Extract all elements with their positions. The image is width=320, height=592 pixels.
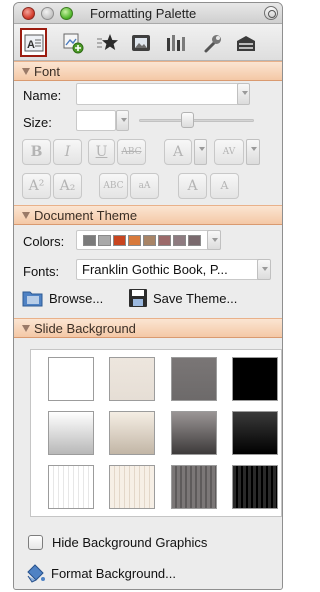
toolbox-icon [236, 35, 255, 51]
slide-background-section-header[interactable]: Slide Background [14, 318, 282, 338]
theme-fonts-value: Franklin Gothic Book, P... [82, 262, 228, 277]
chart-tool[interactable] [162, 29, 189, 56]
small-caps-button[interactable]: ABC [99, 173, 128, 199]
picture-icon [131, 34, 150, 51]
superscript-button[interactable]: A² [22, 173, 51, 199]
background-style-swatch[interactable] [171, 357, 217, 401]
toolbox-tool[interactable] [232, 29, 259, 56]
font-size-label: Size: [23, 115, 52, 130]
add-objects-tool[interactable] [59, 29, 86, 56]
wrench-icon [204, 34, 221, 52]
font-name-dropdown-arrow[interactable] [237, 83, 250, 105]
browse-label: Browse... [49, 290, 104, 306]
all-caps-button[interactable]: aA [130, 173, 159, 199]
font-name-label: Name: [23, 88, 62, 103]
text-box-icon: A [24, 34, 43, 51]
character-spacing-dropdown-arrow[interactable] [246, 139, 260, 165]
theme-color-chip [98, 234, 111, 246]
format-background-label: Format Background... [51, 565, 176, 581]
background-style-swatch[interactable] [109, 411, 155, 455]
document-theme-section-title: Document Theme [34, 208, 138, 223]
font-size-slider-track[interactable] [139, 119, 254, 122]
font-size-dropdown-arrow[interactable] [116, 110, 129, 131]
theme-colors-picker[interactable] [76, 230, 221, 250]
minimize-button[interactable] [41, 7, 54, 20]
font-color-button[interactable]: A [164, 139, 192, 165]
bold-button[interactable]: B [22, 139, 51, 165]
document-theme-section-header[interactable]: Document Theme [14, 205, 282, 225]
disclosure-triangle-icon [22, 212, 30, 219]
theme-fonts-field[interactable]: Franklin Gothic Book, P... [76, 259, 269, 280]
background-styles-gallery [30, 349, 282, 517]
theme-color-chip [128, 234, 141, 246]
background-style-swatch[interactable] [48, 411, 94, 455]
theme-color-chip [158, 234, 171, 246]
underline-button[interactable]: U [88, 139, 115, 165]
text-box-tool[interactable]: A [20, 28, 47, 57]
title-bar[interactable]: Formatting Palette [14, 3, 282, 24]
theme-colors-dropdown-arrow[interactable] [207, 230, 221, 250]
theme-color-chip [188, 234, 201, 246]
floppy-disk-icon [129, 289, 147, 307]
font-size-slider-thumb[interactable] [181, 112, 194, 128]
font-section-title: Font [34, 64, 61, 79]
paint-bucket-icon [27, 564, 45, 583]
close-button[interactable] [22, 7, 35, 20]
theme-fonts-label: Fonts: [23, 264, 60, 279]
font-name-field[interactable] [76, 83, 248, 105]
disclosure-triangle-icon [22, 68, 30, 75]
subscript-button[interactable]: A₂ [53, 173, 82, 199]
theme-fonts-dropdown-arrow[interactable] [257, 259, 271, 280]
formatting-palette-window: Formatting Palette A Font Name: Size: B … [13, 2, 283, 590]
background-style-swatch[interactable] [48, 465, 94, 509]
bullets-tool[interactable] [93, 29, 120, 56]
font-color-dropdown-arrow[interactable] [194, 139, 207, 165]
italic-button[interactable]: I [53, 139, 82, 165]
zoom-button[interactable] [60, 7, 73, 20]
theme-color-chip [143, 234, 156, 246]
theme-color-chip [83, 234, 96, 246]
bullets-star-icon [96, 33, 118, 50]
add-objects-icon [63, 33, 83, 53]
format-background-button[interactable]: Format Background... [24, 563, 176, 583]
theme-color-chip [113, 234, 126, 246]
window-title: Formatting Palette [90, 6, 197, 21]
hide-background-graphics-checkbox[interactable] [28, 535, 43, 550]
background-style-swatch[interactable] [232, 357, 278, 401]
background-style-swatch[interactable] [232, 465, 278, 509]
collapse-palette-button[interactable] [264, 6, 278, 20]
background-style-swatch[interactable] [171, 411, 217, 455]
font-size-field[interactable] [76, 110, 116, 131]
theme-color-chip [173, 234, 186, 246]
theme-color-chips [83, 234, 201, 246]
font-section-header[interactable]: Font [14, 61, 282, 81]
svg-text:A: A [27, 39, 35, 51]
hide-background-graphics-label: Hide Background Graphics [52, 535, 208, 550]
background-style-swatch[interactable] [232, 411, 278, 455]
background-style-swatch[interactable] [109, 465, 155, 509]
picture-tool[interactable] [127, 29, 154, 56]
folder-icon [22, 291, 43, 307]
theme-colors-label: Colors: [23, 234, 65, 249]
disclosure-triangle-icon [22, 325, 30, 332]
chart-icon [166, 34, 185, 51]
character-spacing-button[interactable]: AV [214, 139, 244, 165]
background-style-swatch[interactable] [109, 357, 155, 401]
save-theme-button[interactable]: Save Theme... [128, 288, 237, 308]
strikethrough-button[interactable]: ABC [117, 139, 146, 165]
slide-background-section-title: Slide Background [34, 321, 136, 336]
shrink-font-button[interactable]: A [210, 173, 239, 199]
palette-toolbar: A [14, 24, 282, 61]
save-theme-label: Save Theme... [153, 290, 238, 306]
background-style-swatch[interactable] [171, 465, 217, 509]
grow-font-button[interactable]: A [178, 173, 207, 199]
background-style-swatch[interactable] [48, 357, 94, 401]
wrench-tool[interactable] [198, 29, 225, 56]
browse-themes-button[interactable]: Browse... [22, 288, 103, 308]
